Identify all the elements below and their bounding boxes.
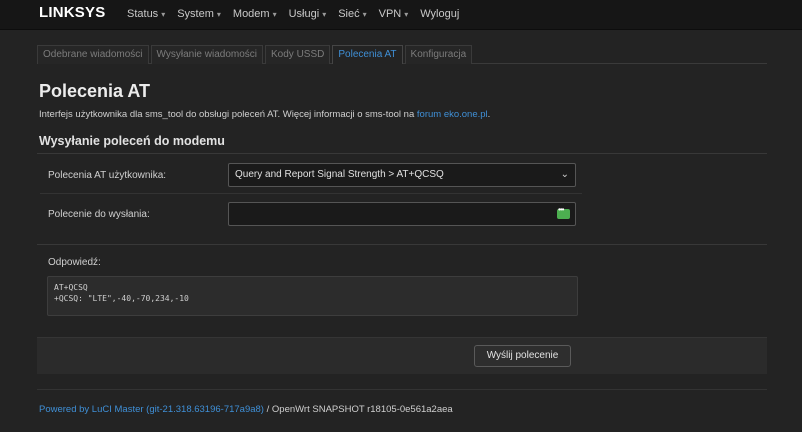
menu-siec[interactable]: Sieć ▾ (338, 8, 366, 20)
caret-down-icon: ▾ (362, 10, 367, 19)
menu-modem[interactable]: Modem ▾ (233, 8, 277, 20)
menu-status[interactable]: Status ▾ (127, 8, 165, 20)
response-line: +QCSQ: "LTE",-40,-70,234,-10 (54, 294, 189, 303)
actions-bar (37, 337, 767, 374)
menu-logout[interactable]: Wyloguj (420, 8, 459, 20)
caret-down-icon: ▾ (404, 10, 409, 19)
user-commands-select[interactable]: Query and Report Signal Strength > AT+QC… (228, 163, 576, 187)
top-navbar: LINKSYS Status ▾ System ▾ Modem ▾ Usługi ▾ S… (0, 0, 802, 30)
luci-link[interactable]: Powered by LuCI Master (git-21.318.63196… (39, 404, 264, 415)
send-icon[interactable] (557, 205, 570, 219)
caret-down-icon: ▾ (161, 10, 166, 19)
section-divider (37, 244, 767, 245)
page-title: Polecenia AT (39, 81, 151, 101)
brand-logo[interactable]: LINKSYS (39, 4, 105, 21)
main-menu: Status ▾ System ▾ Modem ▾ Usługi ▾ Sieć ▾ VPN… (127, 8, 471, 20)
tab-configuration[interactable]: Konfiguracja (404, 45, 473, 64)
section-divider (37, 153, 767, 154)
caret-down-icon: ▾ (272, 10, 277, 19)
chevron-down-icon: ⌄ (560, 169, 569, 180)
response-label: Odpowiedź: (48, 257, 101, 268)
footer: Powered by LuCI Master (git-21.318.63196… (39, 404, 453, 415)
caret-down-icon: ▾ (322, 10, 327, 19)
tab-send-messages[interactable]: Wysyłanie wiadomości (150, 45, 263, 64)
section-title: Wysyłanie poleceń do modemu (39, 134, 225, 148)
response-output: AT+QCSQ +QCSQ: "LTE",-40,-70,234,-10 (47, 276, 578, 316)
command-label: Polecenie do wysłania: (48, 209, 150, 220)
tab-ussd-codes[interactable]: Kody USSD (265, 45, 331, 64)
menu-uslugi[interactable]: Usługi ▾ (289, 8, 327, 20)
page-description: Interfejs użytkownika dla sms_tool do ob… (39, 109, 491, 120)
tab-at-commands[interactable]: Polecenia AT (332, 45, 403, 64)
menu-system[interactable]: System ▾ (177, 8, 221, 20)
send-command-button[interactable]: Wyślij polecenie (474, 345, 571, 367)
forum-link[interactable]: forum eko.one.pl (417, 109, 488, 120)
row-divider (40, 193, 582, 194)
command-input[interactable] (228, 202, 576, 226)
caret-down-icon: ▾ (216, 10, 221, 19)
tab-received-messages[interactable]: Odebrane wiadomości (37, 45, 149, 64)
user-commands-label: Polecenia AT użytkownika: (48, 170, 167, 181)
footer-divider (37, 389, 767, 390)
response-line: AT+QCSQ (54, 283, 88, 292)
menu-vpn[interactable]: VPN ▾ (379, 8, 409, 20)
tab-bar: Odebrane wiadomości Wysyłanie wiadomości… (37, 45, 767, 64)
